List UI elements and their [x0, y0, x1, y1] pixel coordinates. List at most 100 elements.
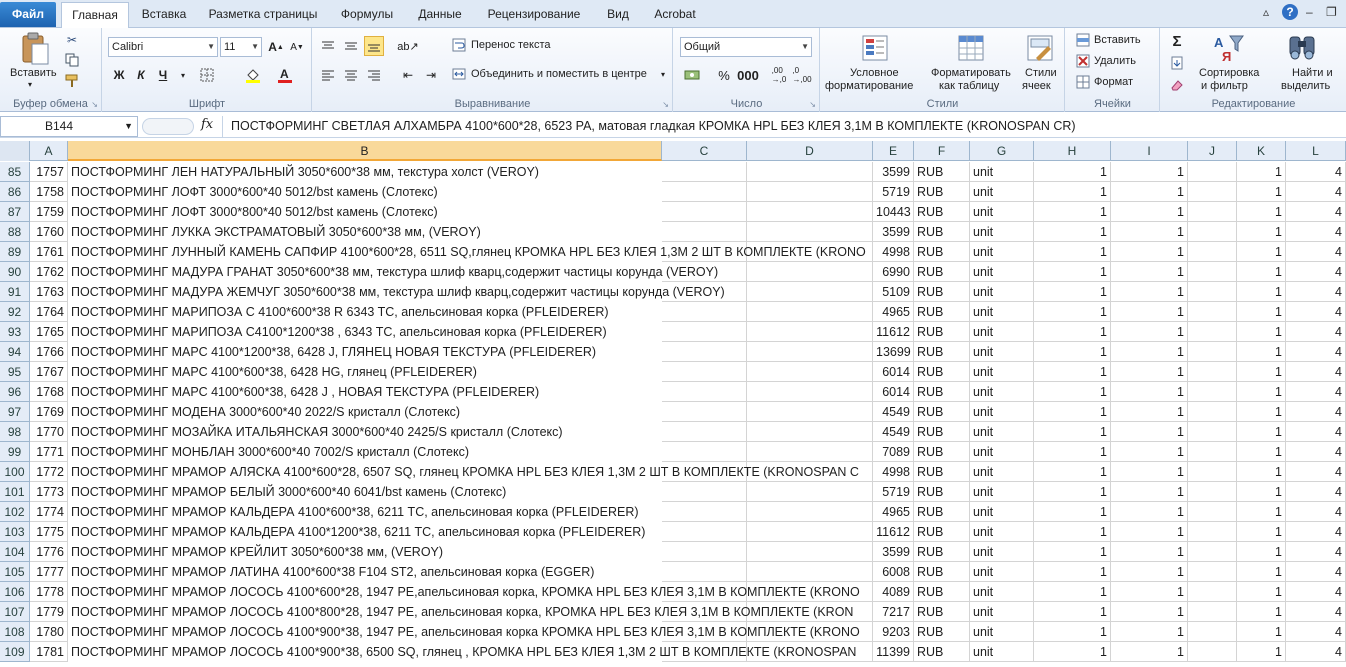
- align-middle-icon[interactable]: [341, 36, 361, 56]
- cell-l[interactable]: 4: [1286, 222, 1346, 242]
- cell-a[interactable]: 1781: [30, 642, 68, 662]
- percent-format-icon[interactable]: %: [714, 65, 734, 85]
- cell-k[interactable]: 1: [1237, 182, 1286, 202]
- borders-icon[interactable]: [197, 65, 217, 85]
- cell-i[interactable]: 1: [1111, 242, 1188, 262]
- cell-k[interactable]: 1: [1237, 582, 1286, 602]
- cell-l[interactable]: 4: [1286, 262, 1346, 282]
- column-header-k[interactable]: K: [1237, 141, 1286, 161]
- cell-g[interactable]: unit: [970, 242, 1034, 262]
- paste-dropdown-icon[interactable]: ▾: [28, 80, 32, 89]
- column-header-g[interactable]: G: [970, 141, 1034, 161]
- cell-j[interactable]: [1188, 302, 1237, 322]
- cell-b[interactable]: ПОСТФОРМИНГ МОЗАЙКА ИТАЛЬЯНСКАЯ 3000*600…: [68, 422, 873, 442]
- cell-j[interactable]: [1188, 442, 1237, 462]
- cell-a[interactable]: 1760: [30, 222, 68, 242]
- column-header-f[interactable]: F: [914, 141, 970, 161]
- cell-k[interactable]: 1: [1237, 342, 1286, 362]
- cell-k[interactable]: 1: [1237, 362, 1286, 382]
- tab-review[interactable]: Рецензирование: [480, 2, 588, 28]
- italic-icon[interactable]: К: [131, 65, 151, 85]
- cell-f[interactable]: RUB: [914, 302, 970, 322]
- format-painter-icon[interactable]: [64, 73, 80, 89]
- column-header-h[interactable]: H: [1034, 141, 1111, 161]
- cell-k[interactable]: 1: [1237, 522, 1286, 542]
- cell-e[interactable]: 11612: [873, 322, 914, 342]
- cell-k[interactable]: 1: [1237, 442, 1286, 462]
- cell-f[interactable]: RUB: [914, 202, 970, 222]
- cell-i[interactable]: 1: [1111, 602, 1188, 622]
- cell-e[interactable]: 6990: [873, 262, 914, 282]
- cell-h[interactable]: 1: [1034, 242, 1111, 262]
- cell-i[interactable]: 1: [1111, 302, 1188, 322]
- cell-i[interactable]: 1: [1111, 222, 1188, 242]
- cell-i[interactable]: 1: [1111, 622, 1188, 642]
- cell-e[interactable]: 7089: [873, 442, 914, 462]
- decrease-decimal-icon[interactable]: ,0 →,00: [792, 65, 812, 85]
- cell-a[interactable]: 1772: [30, 462, 68, 482]
- cell-f[interactable]: RUB: [914, 282, 970, 302]
- row-header[interactable]: 95: [0, 362, 30, 382]
- row-header[interactable]: 86: [0, 182, 30, 202]
- format-as-table-label2[interactable]: как таблицу: [939, 80, 999, 92]
- cell-j[interactable]: [1188, 222, 1237, 242]
- cell-j[interactable]: [1188, 422, 1237, 442]
- cell-k[interactable]: 1: [1237, 482, 1286, 502]
- cell-e[interactable]: 4089: [873, 582, 914, 602]
- cell-a[interactable]: 1780: [30, 622, 68, 642]
- conditional-format-label1[interactable]: Условное: [850, 67, 899, 79]
- cell-e[interactable]: 4965: [873, 502, 914, 522]
- cell-styles-label2[interactable]: ячеек: [1022, 80, 1051, 92]
- cell-g[interactable]: unit: [970, 282, 1034, 302]
- row-header[interactable]: 106: [0, 582, 30, 602]
- autosum-icon[interactable]: Σ: [1167, 31, 1187, 51]
- cell-b[interactable]: ПОСТФОРМИНГ МАРИПОЗА С 4100*600*38 R 634…: [68, 302, 873, 322]
- cell-e[interactable]: 9203: [873, 622, 914, 642]
- cell-f[interactable]: RUB: [914, 342, 970, 362]
- cell-i[interactable]: 1: [1111, 202, 1188, 222]
- cell-g[interactable]: unit: [970, 362, 1034, 382]
- cell-l[interactable]: 4: [1286, 582, 1346, 602]
- tab-data[interactable]: Данные: [410, 2, 470, 28]
- formula-input[interactable]: ПОСТФОРМИНГ СВЕТЛАЯ АЛХАМБРА 4100*600*28…: [222, 116, 1346, 137]
- thousands-format-icon[interactable]: 000: [737, 65, 759, 85]
- cell-k[interactable]: 1: [1237, 322, 1286, 342]
- cell-h[interactable]: 1: [1034, 182, 1111, 202]
- cell-i[interactable]: 1: [1111, 642, 1188, 662]
- cell-l[interactable]: 4: [1286, 402, 1346, 422]
- cut-icon[interactable]: ✂: [64, 32, 80, 48]
- find-select-icon[interactable]: [1285, 32, 1319, 64]
- cell-b[interactable]: ПОСТФОРМИНГ ЛОФТ 3000*600*40 5012/bst ка…: [68, 182, 873, 202]
- cell-l[interactable]: 4: [1286, 322, 1346, 342]
- cell-f[interactable]: RUB: [914, 242, 970, 262]
- cell-j[interactable]: [1188, 522, 1237, 542]
- cell-k[interactable]: 1: [1237, 462, 1286, 482]
- cell-h[interactable]: 1: [1034, 222, 1111, 242]
- cell-f[interactable]: RUB: [914, 422, 970, 442]
- cell-j[interactable]: [1188, 382, 1237, 402]
- cell-h[interactable]: 1: [1034, 402, 1111, 422]
- cell-a[interactable]: 1778: [30, 582, 68, 602]
- cell-a[interactable]: 1766: [30, 342, 68, 362]
- cell-i[interactable]: 1: [1111, 442, 1188, 462]
- cell-k[interactable]: 1: [1237, 422, 1286, 442]
- cell-j[interactable]: [1188, 402, 1237, 422]
- cell-i[interactable]: 1: [1111, 382, 1188, 402]
- cell-e[interactable]: 4998: [873, 242, 914, 262]
- cell-l[interactable]: 4: [1286, 422, 1346, 442]
- cell-a[interactable]: 1758: [30, 182, 68, 202]
- sort-filter-icon[interactable]: АЯ: [1211, 32, 1245, 64]
- cell-j[interactable]: [1188, 542, 1237, 562]
- window-minimize-icon[interactable]: –: [1306, 5, 1313, 19]
- cell-b[interactable]: ПОСТФОРМИНГ МАРС 4100*1200*38, 6428 J, Г…: [68, 342, 873, 362]
- cell-j[interactable]: [1188, 182, 1237, 202]
- row-header[interactable]: 103: [0, 522, 30, 542]
- cell-b[interactable]: ПОСТФОРМИНГ МАРИПОЗА С4100*1200*38 , 634…: [68, 322, 873, 342]
- select-all-corner[interactable]: [0, 141, 30, 161]
- cell-k[interactable]: 1: [1237, 502, 1286, 522]
- cell-b[interactable]: ПОСТФОРМИНГ ЛОФТ 3000*800*40 5012/bst ка…: [68, 202, 873, 222]
- cell-g[interactable]: unit: [970, 162, 1034, 182]
- cell-f[interactable]: RUB: [914, 522, 970, 542]
- cell-b[interactable]: ПОСТФОРМИНГ МАРС 4100*600*38, 6428 J , Н…: [68, 382, 873, 402]
- cell-l[interactable]: 4: [1286, 542, 1346, 562]
